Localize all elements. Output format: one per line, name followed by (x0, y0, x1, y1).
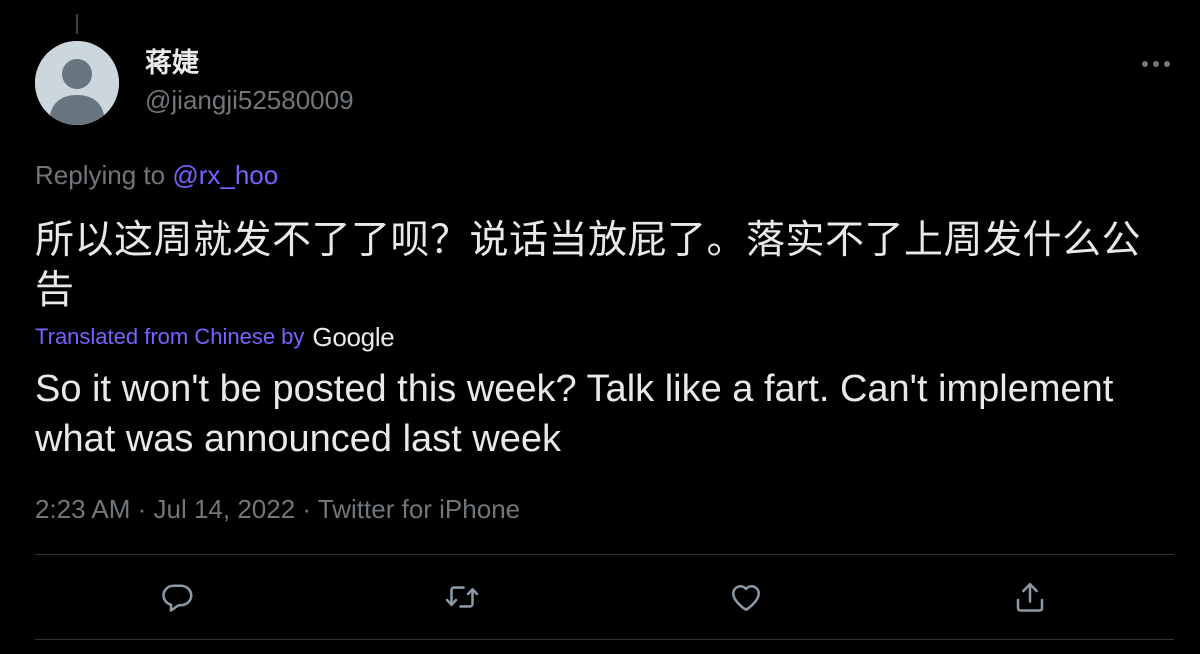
avatar[interactable] (35, 41, 119, 125)
heart-icon (731, 585, 761, 612)
reply-icon (162, 584, 193, 612)
retweet-icon (445, 586, 479, 608)
tweet-timestamp-source[interactable]: 2:23 AM · Jul 14, 2022 · Twitter for iPh… (35, 492, 520, 526)
replying-to: Replying to @rx_hoo (35, 158, 278, 192)
more-horizontal-icon (1142, 61, 1170, 67)
replying-prefix: Replying to (35, 160, 166, 190)
divider (35, 639, 1174, 640)
tweet-action-bar (0, 555, 1200, 639)
author-display-name[interactable]: 蒋婕 (145, 46, 199, 80)
share-button[interactable] (1008, 575, 1052, 619)
like-button[interactable] (724, 575, 768, 619)
author-handle[interactable]: @jiangji52580009 (145, 84, 354, 116)
thread-connector-line (76, 14, 78, 34)
translated-from-label[interactable]: Translated from Chinese by (35, 324, 304, 350)
translated-tweet-text: So it won't be posted this week? Talk li… (35, 368, 1114, 460)
tweet-text: 所以这周就发不了了呗？说话当放屁了。落实不了上周发什么公告 (35, 219, 1142, 312)
more-options-button[interactable] (1136, 50, 1176, 78)
google-logo: Google (312, 321, 395, 352)
reply-mention-link[interactable]: @rx_hoo (172, 160, 278, 190)
share-icon (1016, 582, 1044, 612)
default-profile-icon (35, 41, 119, 125)
retweet-button[interactable] (440, 575, 484, 619)
translation-attribution: Translated from Chinese by Google (35, 321, 395, 352)
reply-button[interactable] (155, 575, 199, 619)
